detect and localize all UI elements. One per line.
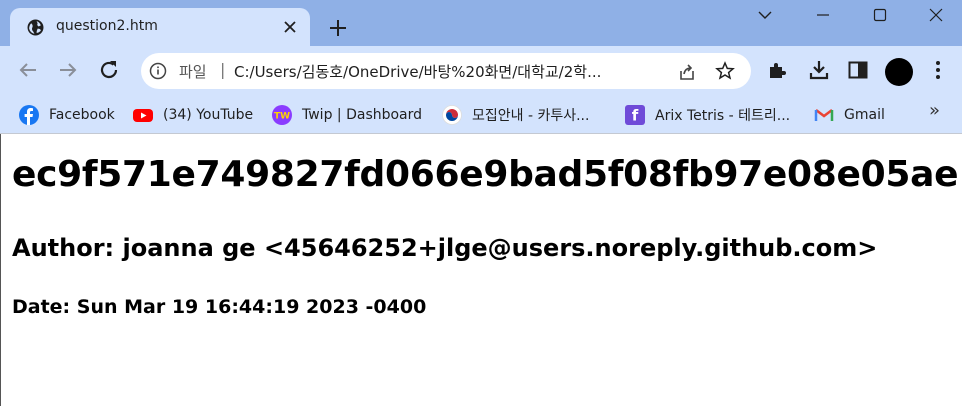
bookmark-label: 모집안내 - 카투사... bbox=[472, 108, 590, 124]
maximize-icon bbox=[873, 8, 887, 22]
page-content: ec9f571e749827fd066e9bad5f08fb97e08e05ae… bbox=[0, 134, 962, 406]
close-icon bbox=[929, 8, 943, 22]
bookmark-youtube[interactable]: (34) YouTube bbox=[133, 103, 253, 127]
bookmarks-bar: Facebook (34) YouTube TW Twip | Dashboar… bbox=[0, 96, 962, 134]
chevron-down-icon bbox=[758, 11, 772, 19]
extensions-icon[interactable] bbox=[766, 58, 790, 82]
youtube-icon bbox=[133, 109, 153, 122]
korea-flag-icon bbox=[442, 105, 462, 125]
back-icon[interactable] bbox=[16, 58, 40, 82]
address-bar[interactable]: 파일 | C:/Users/김동호/OneDrive/바탕%20화면/대학교/2… bbox=[141, 53, 751, 89]
tab-search-button[interactable] bbox=[742, 0, 788, 30]
author-heading: Author: joanna ge <45646252+jlge@users.n… bbox=[12, 234, 878, 262]
info-icon[interactable] bbox=[149, 62, 167, 80]
maximize-button[interactable] bbox=[857, 0, 903, 30]
bookmark-facebook[interactable]: Facebook bbox=[19, 103, 115, 127]
gmail-icon bbox=[814, 109, 834, 121]
more-menu-icon[interactable] bbox=[926, 58, 950, 82]
side-panel-icon[interactable] bbox=[846, 58, 870, 82]
new-tab-icon[interactable] bbox=[327, 17, 349, 39]
share-icon[interactable] bbox=[677, 62, 697, 82]
facebook-icon bbox=[19, 105, 39, 125]
svg-text:TW: TW bbox=[274, 112, 290, 122]
url-text[interactable]: C:/Users/김동호/OneDrive/바탕%20화면/대학교/2학... bbox=[234, 61, 666, 82]
bookmark-twip[interactable]: TW Twip | Dashboard bbox=[272, 103, 422, 127]
tab-strip: question2.htm bbox=[0, 0, 962, 46]
browser-chrome: question2.htm 파일 | C:/Users/김동호/OneDrive… bbox=[0, 0, 962, 134]
download-icon[interactable] bbox=[807, 58, 831, 82]
commit-hash-heading: ec9f571e749827fd066e9bad5f08fb97e08e05ae bbox=[12, 154, 959, 195]
twip-icon: TW bbox=[272, 105, 292, 125]
date-heading: Date: Sun Mar 19 16:44:19 2023 -0400 bbox=[12, 296, 427, 318]
bookmarks-overflow-button[interactable]: » bbox=[929, 100, 940, 121]
tab-close-icon[interactable] bbox=[282, 19, 298, 35]
svg-text:f: f bbox=[632, 107, 639, 125]
forward-icon[interactable] bbox=[56, 58, 80, 82]
reload-icon[interactable] bbox=[97, 58, 121, 82]
bookmark-star-icon[interactable] bbox=[715, 61, 735, 81]
bookmark-arix-tetris[interactable]: f Arix Tetris - 테트리... bbox=[625, 103, 790, 127]
bookmark-label: Facebook bbox=[49, 107, 115, 123]
minimize-button[interactable] bbox=[800, 0, 846, 30]
origin-separator: | bbox=[220, 60, 226, 79]
bookmark-gmail[interactable]: Gmail bbox=[814, 103, 885, 127]
bookmark-katusa[interactable]: 모집안내 - 카투사... bbox=[442, 103, 589, 127]
minimize-icon bbox=[817, 14, 829, 16]
profile-avatar[interactable] bbox=[885, 58, 913, 86]
globe-icon bbox=[27, 19, 44, 36]
bookmark-label: Gmail bbox=[844, 107, 885, 123]
arix-icon: f bbox=[625, 105, 645, 125]
toolbar: 파일 | C:/Users/김동호/OneDrive/바탕%20화면/대학교/2… bbox=[0, 46, 962, 96]
bookmark-label: Arix Tetris - 테트리... bbox=[655, 108, 791, 124]
bookmark-label: (34) YouTube bbox=[163, 107, 254, 123]
origin-chip: 파일 bbox=[179, 63, 207, 81]
tab-title: question2.htm bbox=[56, 18, 158, 34]
bookmark-label: Twip | Dashboard bbox=[302, 107, 423, 123]
tab-question2[interactable]: question2.htm bbox=[10, 8, 310, 46]
close-window-button[interactable] bbox=[913, 0, 959, 30]
